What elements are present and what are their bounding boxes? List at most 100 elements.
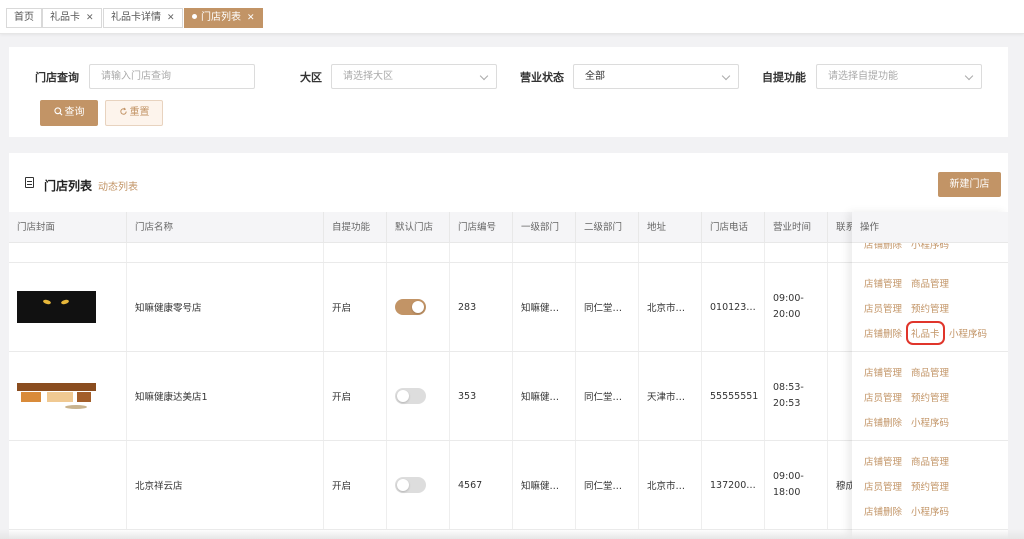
dept1-cell: 知嘛健…: [513, 263, 576, 351]
default-store-toggle[interactable]: [395, 477, 426, 493]
ops-cell-partial: 店铺删除 小程序码: [852, 243, 1008, 263]
code-cell: 283: [450, 263, 513, 351]
scroll-shadow: [0, 529, 1024, 539]
dept1-cell: 知嘛健…: [513, 441, 576, 529]
pickup-cell: 开启: [324, 263, 387, 351]
query-button[interactable]: 查询: [40, 100, 98, 126]
tab-bar: 首页 礼品卡 ✕ 礼品卡详情 ✕ 门店列表 ✕: [0, 0, 1024, 34]
col-hours: 营业时间: [765, 212, 828, 243]
mini-program-code-link[interactable]: 小程序码: [911, 415, 949, 429]
col-name: 门店名称: [127, 212, 324, 243]
store-delete-link[interactable]: 店铺删除: [864, 243, 902, 251]
search-icon: [53, 107, 62, 116]
active-dot-icon: [192, 14, 197, 19]
tab-label: 首页: [14, 12, 34, 23]
reset-button-label: 重置: [129, 107, 150, 118]
ops-cell: 店铺管理 商品管理 店员管理 预约管理 店铺删除 小程序码: [852, 352, 1008, 441]
list-title: 门店列表: [44, 179, 93, 193]
store-manage-link[interactable]: 店铺管理: [864, 276, 902, 290]
operations-column: 操作 店铺删除 小程序码 店铺管理 商品管理 店员管理 预约管理 店铺删除 礼品…: [852, 212, 1008, 539]
name-cell: 知嘛健康零号店: [127, 263, 324, 351]
close-icon[interactable]: ✕: [86, 13, 94, 23]
pickup-select[interactable]: 请选择自提功能: [816, 64, 982, 89]
default-cell: [387, 263, 450, 351]
store-query-label: 门店查询: [35, 71, 79, 84]
cell: [513, 243, 576, 262]
code-cell: 353: [450, 352, 513, 440]
tab-store-list[interactable]: 门店列表 ✕: [184, 8, 263, 28]
reset-button[interactable]: 重置: [105, 100, 163, 126]
store-manage-link[interactable]: 店铺管理: [864, 454, 902, 468]
cell: [127, 243, 324, 262]
col-dept1: 一级部门: [513, 212, 576, 243]
dept2-cell: 同仁堂…: [576, 352, 639, 440]
tab-gift-card-detail[interactable]: 礼品卡详情 ✕: [103, 8, 183, 28]
store-delete-link[interactable]: 店铺删除: [864, 504, 902, 518]
phone-cell: 010123…: [702, 263, 765, 351]
goods-manage-link[interactable]: 商品管理: [911, 365, 949, 379]
pickup-label: 自提功能: [762, 71, 806, 84]
tab-label: 礼品卡: [50, 12, 80, 23]
store-manage-link[interactable]: 店铺管理: [864, 365, 902, 379]
close-icon[interactable]: ✕: [167, 13, 175, 23]
col-pickup: 自提功能: [324, 212, 387, 243]
mini-program-code-link[interactable]: 小程序码: [911, 243, 949, 251]
ops-cell: 店铺管理 商品管理 店员管理 预约管理 店铺删除 小程序码: [852, 441, 1008, 530]
cover-cell: [9, 263, 127, 351]
mini-program-code-link[interactable]: 小程序码: [911, 504, 949, 518]
chevron-down-icon: [964, 71, 974, 81]
status-select[interactable]: 全部: [573, 64, 739, 89]
store-cover-image: [17, 291, 96, 323]
default-cell: [387, 352, 450, 440]
dept2-cell: 同仁堂…: [576, 441, 639, 529]
region-select[interactable]: 请选择大区: [331, 64, 497, 89]
col-cover: 门店封面: [9, 212, 127, 243]
store-delete-link[interactable]: 店铺删除: [864, 415, 902, 429]
goods-manage-link[interactable]: 商品管理: [911, 454, 949, 468]
tab-home[interactable]: 首页: [6, 8, 42, 28]
region-placeholder: 请选择大区: [343, 71, 393, 82]
cell: [387, 243, 450, 262]
close-icon[interactable]: ✕: [247, 13, 255, 23]
chevron-down-icon: [479, 71, 489, 81]
tab-label: 礼品卡详情: [111, 12, 161, 23]
booking-manage-link[interactable]: 预约管理: [911, 390, 949, 404]
col-code: 门店编号: [450, 212, 513, 243]
default-store-toggle[interactable]: [395, 388, 426, 404]
document-icon: [25, 177, 34, 188]
booking-manage-link[interactable]: 预约管理: [911, 479, 949, 493]
cell: [450, 243, 513, 262]
store-query-input[interactable]: 请输入门店查询: [89, 64, 255, 89]
mini-program-code-link[interactable]: 小程序码: [949, 326, 987, 340]
staff-manage-link[interactable]: 店员管理: [864, 301, 902, 315]
store-cover-image: [17, 380, 96, 412]
cover-cell: [9, 441, 127, 529]
filter-panel: 门店查询 请输入门店查询 大区 请选择大区 营业状态 全部 自提功能 请选择自提…: [9, 47, 1008, 137]
new-store-button[interactable]: 新建门店: [938, 172, 1001, 197]
goods-manage-link[interactable]: 商品管理: [911, 276, 949, 290]
cell: [765, 243, 828, 262]
cell: [9, 243, 127, 262]
ops-cell: 店铺管理 商品管理 店员管理 预约管理 店铺删除 礼品卡 小程序码: [852, 263, 1008, 352]
booking-manage-link[interactable]: 预约管理: [911, 301, 949, 315]
pickup-placeholder: 请选择自提功能: [828, 71, 898, 82]
cell: [576, 243, 639, 262]
cell: [702, 243, 765, 262]
address-cell: 天津市…: [639, 352, 702, 440]
address-cell: 北京市…: [639, 263, 702, 351]
store-delete-link[interactable]: 店铺删除: [864, 326, 902, 340]
col-default: 默认门店: [387, 212, 450, 243]
col-operations: 操作: [852, 212, 1008, 243]
cell: [639, 243, 702, 262]
tab-gift-card[interactable]: 礼品卡 ✕: [42, 8, 102, 28]
cover-cell: [9, 352, 127, 440]
staff-manage-link[interactable]: 店员管理: [864, 390, 902, 404]
region-label: 大区: [300, 71, 322, 84]
staff-manage-link[interactable]: 店员管理: [864, 479, 902, 493]
default-store-toggle[interactable]: [395, 299, 426, 315]
col-phone: 门店电话: [702, 212, 765, 243]
hours-cell: 08:53-20:53: [765, 352, 828, 440]
hours-cell: 09:00-18:00: [765, 441, 828, 529]
status-value: 全部: [585, 71, 605, 82]
gift-card-link[interactable]: 礼品卡: [906, 321, 945, 345]
